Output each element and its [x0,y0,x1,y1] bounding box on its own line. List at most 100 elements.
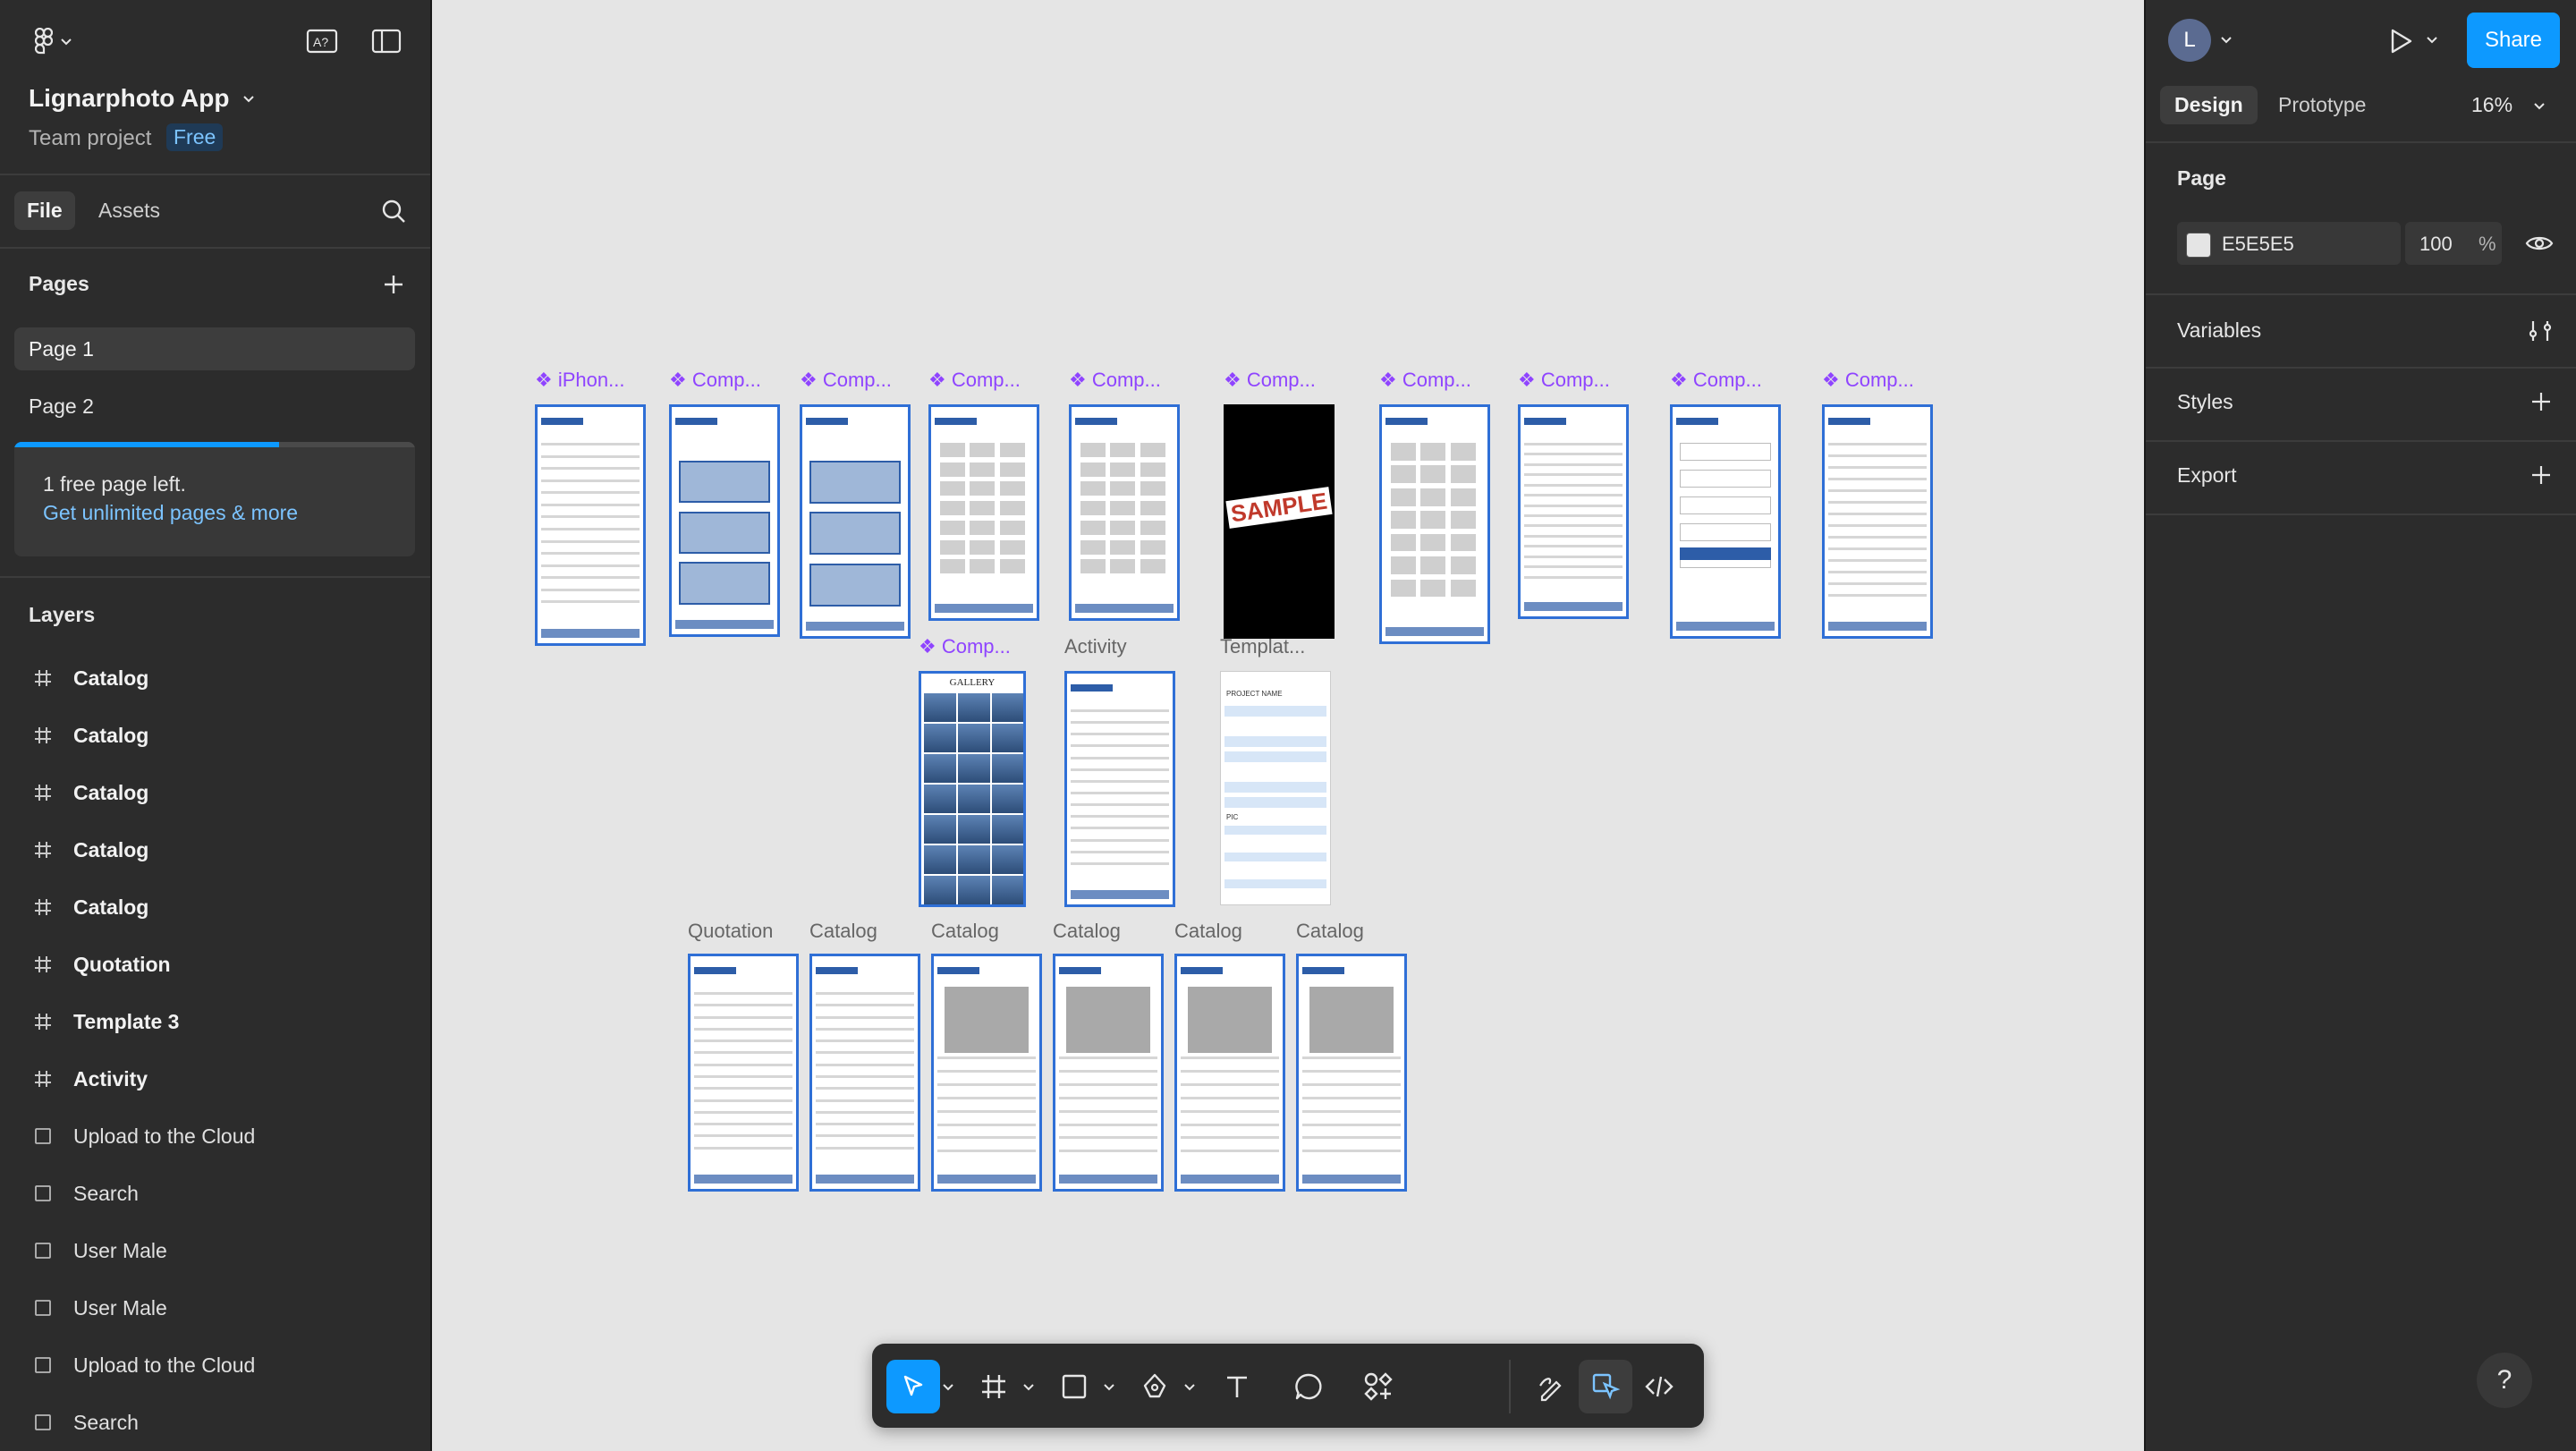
variables-row[interactable]: Variables [2177,318,2553,349]
figma-menu-icon[interactable] [27,23,80,59]
rectangle-tool-chevron-icon[interactable] [1097,1360,1121,1413]
layer-item[interactable]: Upload to the Cloud [0,1340,430,1390]
rectangle-tool-icon[interactable] [1047,1360,1101,1413]
layer-item[interactable]: Catalog [0,653,430,703]
component-frame-label[interactable]: ❖ Comp... [928,369,1021,392]
text-tool-icon[interactable] [1210,1360,1264,1413]
comment-tool-icon[interactable] [1282,1360,1335,1413]
layer-item[interactable]: Activity [0,1054,430,1104]
layer-item[interactable]: Search [0,1397,430,1447]
move-tool-chevron-icon[interactable] [936,1360,960,1413]
layer-item[interactable]: Upload to the Cloud [0,1111,430,1161]
page-item-1[interactable]: Page 1 [14,327,415,370]
frame-thumbnail[interactable] [1296,954,1407,1192]
frame-label[interactable]: Catalog [1174,920,1242,943]
plan-badge[interactable]: Free [166,123,224,151]
tab-design[interactable]: Design [2160,86,2258,124]
frame-tool-chevron-icon[interactable] [1017,1360,1040,1413]
zoom-level[interactable]: 16% [2471,93,2512,117]
component-frame-label[interactable]: ❖ Comp... [919,635,1011,658]
layer-item[interactable]: User Male [0,1283,430,1333]
frame-label[interactable]: Catalog [931,920,999,943]
design-mode-icon[interactable] [1579,1360,1632,1413]
bg-opacity-field[interactable]: 100 % [2405,222,2502,265]
project-name[interactable]: Lignarphoto App [29,84,229,113]
frame-thumbnail[interactable] [669,404,780,637]
actions-tool-icon[interactable] [1352,1360,1405,1413]
avatar[interactable]: L [2168,19,2211,62]
component-frame-label[interactable]: ❖ Comp... [669,369,761,392]
ai-rename-icon[interactable]: A? [302,23,342,59]
frame-label[interactable]: Quotation [688,920,773,943]
add-style-icon[interactable] [2529,390,2553,418]
component-frame-label[interactable]: ❖ Comp... [800,369,892,392]
frame-thumbnail[interactable] [688,954,799,1192]
frame-label[interactable]: Catalog [1053,920,1121,943]
frame-thumbnail[interactable] [928,404,1039,621]
layer-item[interactable]: Catalog [0,768,430,818]
tab-prototype[interactable]: Prototype [2278,93,2366,117]
frame-thumbnail[interactable] [1053,954,1164,1192]
frame-thumbnail[interactable] [535,404,646,646]
frame-thumbnail[interactable] [1822,404,1933,639]
help-button[interactable]: ? [2477,1353,2532,1408]
layer-item[interactable]: Catalog [0,825,430,875]
layer-item[interactable]: Search [0,1168,430,1218]
tab-assets[interactable]: Assets [98,199,160,223]
draw-mode-icon[interactable] [1525,1360,1579,1413]
component-frame-label[interactable]: ❖ iPhon... [535,369,624,392]
variables-settings-icon[interactable] [2528,318,2553,348]
add-export-icon[interactable] [2529,463,2553,491]
dev-mode-icon[interactable] [1632,1360,1686,1413]
design-canvas[interactable]: ❖ iPhon... ❖ Comp... ❖ Comp... ❖ Comp... ❖ C… [432,0,2144,1451]
frame-thumbnail-gallery[interactable]: GALLERY [919,671,1026,907]
color-swatch[interactable] [2186,233,2211,258]
component-frame-label[interactable]: ❖ Comp... [1518,369,1610,392]
frame-thumbnail[interactable] [1174,954,1285,1192]
layer-item[interactable]: User Male [0,1226,430,1276]
frame-thumbnail[interactable] [1379,404,1490,644]
frame-tool-icon[interactable] [967,1360,1021,1413]
zoom-chevron-icon[interactable] [2530,97,2548,115]
frame-thumbnail-template[interactable]: PROJECT NAME PIC [1220,671,1331,905]
avatar-chevron-icon[interactable] [2217,30,2235,48]
move-tool-button[interactable] [886,1360,940,1413]
layer-item[interactable]: Template 3 [0,997,430,1047]
play-options-chevron-icon[interactable] [2423,30,2441,48]
play-icon[interactable] [2383,23,2419,59]
export-row[interactable]: Export [2177,463,2553,494]
frame-thumbnail[interactable] [1670,404,1781,639]
visibility-eye-icon[interactable] [2521,227,2557,259]
frame-label[interactable]: Activity [1064,635,1127,658]
frame-thumbnail[interactable] [1518,404,1629,619]
project-menu-chevron-icon[interactable] [240,88,258,109]
frame-thumbnail[interactable] [1064,671,1175,907]
component-frame-label[interactable]: ❖ Comp... [1379,369,1471,392]
toggle-sidebar-icon[interactable] [367,23,406,59]
frame-thumbnail-sample[interactable]: SAMPLE [1224,404,1335,639]
styles-row[interactable]: Styles [2177,390,2553,420]
search-icon[interactable] [377,195,410,227]
opacity-value[interactable]: 100 [2419,233,2453,256]
page-item-2[interactable]: Page 2 [14,385,415,428]
share-button[interactable]: Share [2467,13,2560,68]
frame-label[interactable]: Catalog [809,920,877,943]
pen-tool-icon[interactable] [1128,1360,1182,1413]
frame-thumbnail[interactable] [931,954,1042,1192]
layer-item[interactable]: Catalog [0,882,430,932]
pen-tool-chevron-icon[interactable] [1178,1360,1201,1413]
frame-thumbnail[interactable] [800,404,911,639]
add-page-icon[interactable] [377,268,410,301]
component-frame-label[interactable]: ❖ Comp... [1822,369,1914,392]
bg-color-field[interactable]: E5E5E5 [2177,222,2401,265]
frame-thumbnail[interactable] [809,954,920,1192]
bg-color-value[interactable]: E5E5E5 [2222,233,2294,256]
component-frame-label[interactable]: ❖ Comp... [1670,369,1762,392]
frame-label[interactable]: Catalog [1296,920,1364,943]
layer-item[interactable]: Catalog [0,710,430,760]
frame-label[interactable]: Templat... [1220,635,1305,658]
frame-thumbnail[interactable] [1069,404,1180,621]
component-frame-label[interactable]: ❖ Comp... [1224,369,1316,392]
tab-file[interactable]: File [14,191,75,230]
component-frame-label[interactable]: ❖ Comp... [1069,369,1161,392]
